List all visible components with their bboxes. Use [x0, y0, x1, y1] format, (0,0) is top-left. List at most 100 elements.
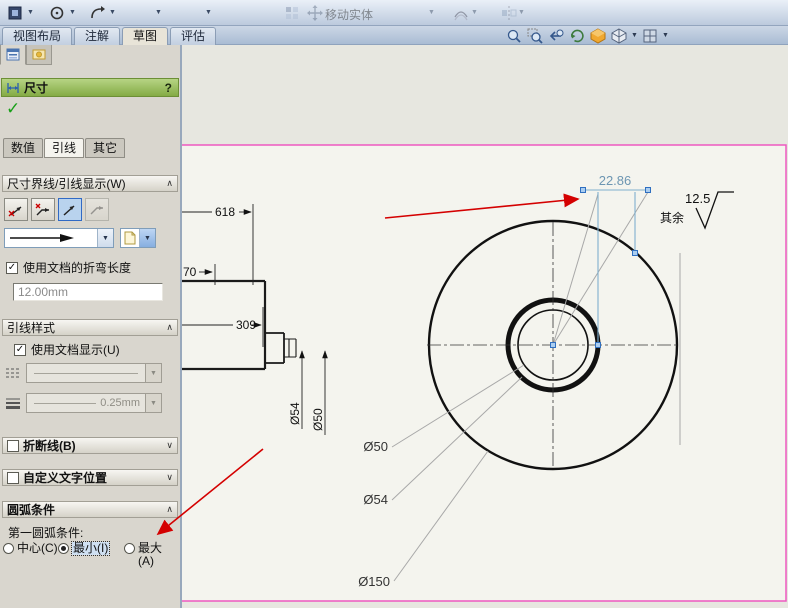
tab-other[interactable]: 其它 — [85, 138, 126, 158]
custom-text-position-group-header[interactable]: 自定义文字位置 ∨ — [2, 469, 178, 486]
line-style-dropdown[interactable]: ▼ — [26, 363, 162, 383]
roughness-value[interactable]: 12.5 — [685, 191, 710, 206]
panel-title: 尺寸 — [24, 81, 49, 95]
radio-icon — [124, 543, 135, 554]
dimension-phi54-side[interactable]: Ø54 — [288, 402, 302, 425]
view-settings-caret-icon[interactable]: ▼ — [662, 32, 669, 39]
outside-arrows-button[interactable] — [4, 198, 28, 221]
panel-header: 尺寸 ? — [1, 78, 179, 97]
checkbox-icon[interactable] — [7, 471, 19, 484]
configurations-tab[interactable] — [26, 45, 52, 65]
leader-dimension-phi50[interactable]: Ø50 — [363, 439, 388, 454]
dimension-309[interactable]: 309 — [236, 318, 256, 332]
rotate-view-icon[interactable] — [568, 27, 586, 44]
tab-leader[interactable]: 引线 — [44, 138, 85, 158]
configurations-tab-icon — [32, 49, 46, 60]
command-tabs: 视图布局 注解 草图 评估 — [2, 27, 217, 45]
dropdown-caret-icon[interactable]: ▼ — [155, 9, 162, 16]
expand-chevron-icon[interactable]: ∨ — [166, 472, 173, 483]
move-entities-label[interactable]: 移动实体 — [325, 6, 373, 23]
tab-view-layout[interactable]: 视图布局 — [2, 27, 73, 45]
propertymanager-tab[interactable] — [0, 45, 26, 65]
selected-dimension-value[interactable]: 22.86 — [599, 173, 632, 188]
tab-label: 注解 — [85, 29, 110, 43]
ok-button[interactable]: ✓ — [6, 99, 20, 119]
tab-value[interactable]: 数值 — [3, 138, 44, 158]
use-doc-display-checkbox[interactable]: ✓ 使用文档显示(U) — [14, 341, 120, 358]
circle-tool-icon[interactable] — [48, 4, 66, 22]
checkbox-icon: ✓ — [14, 343, 26, 356]
leader-arrows-icon — [90, 205, 103, 214]
tab-sketch[interactable]: 草图 — [122, 27, 169, 45]
sketch-tool-icon[interactable] — [6, 4, 24, 22]
tab-label: 草图 — [133, 29, 158, 43]
dimension-phi50-side[interactable]: Ø50 — [311, 408, 325, 431]
help-button[interactable]: ? — [165, 81, 172, 95]
smart-arrows-button[interactable] — [58, 198, 82, 221]
dimension-618[interactable]: 618 — [215, 205, 235, 219]
radio-min[interactable]: 最小(I) — [58, 541, 111, 556]
dropdown-button[interactable]: ▼ — [97, 229, 113, 247]
arrow-preview-icon — [10, 234, 74, 242]
line-thickness-dropdown[interactable]: 0.25mm ▼ — [26, 393, 162, 413]
drawing-canvas[interactable]: 618 70 309 Ø54 Ø50 Ø50 Ø54 Ø150 22.86 12… — [182, 45, 788, 608]
shaded-view-icon[interactable] — [589, 27, 607, 44]
tab-annotation[interactable]: 注解 — [74, 27, 121, 45]
arrow-style-buttons — [4, 198, 109, 221]
pattern-tool-icon[interactable] — [283, 4, 301, 22]
dropdown-caret-icon[interactable]: ▼ — [471, 9, 478, 16]
line-thickness-icon — [4, 395, 22, 411]
radio-icon — [3, 543, 14, 554]
dropdown-caret-icon[interactable]: ▼ — [69, 9, 76, 16]
inside-arrows-button[interactable] — [31, 198, 55, 221]
thickness-value: 0.25mm — [100, 397, 140, 409]
tab-evaluate[interactable]: 评估 — [170, 27, 217, 45]
dropdown-button[interactable]: ▼ — [139, 229, 155, 247]
dropdown-caret-icon[interactable]: ▼ — [428, 9, 435, 16]
dropdown-caret-icon[interactable]: ▼ — [518, 9, 525, 16]
dimension-icon — [7, 82, 19, 93]
mirror-tool-icon[interactable] — [500, 4, 518, 22]
arrow-head-row: ▼ ▼ — [4, 228, 156, 248]
collapse-chevron-icon[interactable]: ∧ — [166, 322, 173, 333]
leader-style-group-header[interactable]: 引线样式 ∧ — [2, 319, 178, 336]
radio-center[interactable]: 中心(C) — [3, 542, 58, 555]
use-doc-bend-length-checkbox[interactable]: ✓ 使用文档的折弯长度 — [6, 259, 131, 276]
expand-chevron-icon[interactable]: ∨ — [166, 440, 173, 451]
solidworks-window: ▼ ▼ ▼ ▼ ▼ 移动实体 ▼ ▼ ▼ 视图布局 注解 草图 评估 ▼ ▼ 尺… — [0, 0, 788, 608]
dropdown-caret-icon[interactable]: ▼ — [109, 9, 116, 16]
dropdown-caret-icon[interactable]: ▼ — [205, 9, 212, 16]
fillet-tool-icon[interactable] — [88, 4, 106, 22]
leader-arrows-button[interactable] — [85, 198, 109, 221]
previous-view-icon[interactable] — [547, 27, 565, 44]
dropdown-button[interactable]: ▼ — [145, 364, 161, 382]
checkbox-label: 使用文档的折弯长度 — [23, 261, 132, 275]
arc-condition-group-header[interactable]: 圆弧条件 ∧ — [2, 501, 178, 518]
offset-tool-icon[interactable] — [452, 4, 470, 22]
arc-condition-options: 中心(C) 最小(I) 最大(A) — [0, 541, 180, 568]
arrow-head-dropdown[interactable]: ▼ — [4, 228, 114, 248]
dropdown-caret-icon[interactable]: ▼ — [27, 9, 34, 16]
tab-label: 引线 — [52, 141, 77, 155]
collapse-chevron-icon[interactable]: ∧ — [166, 504, 173, 515]
display-style-icon[interactable] — [610, 27, 628, 44]
dimension-70[interactable]: 70 — [183, 265, 197, 279]
group-title: 尺寸界线/引线显示(W) — [7, 177, 126, 191]
collapse-chevron-icon[interactable]: ∧ — [166, 178, 173, 189]
witness-display-group-header[interactable]: 尺寸界线/引线显示(W) ∧ — [2, 175, 178, 192]
leader-dimension-phi150[interactable]: Ø150 — [358, 574, 390, 589]
drawing-area[interactable]: 618 70 309 Ø54 Ø50 Ø50 Ø54 Ø150 22.86 12… — [182, 45, 788, 608]
bend-length-input[interactable]: 12.00mm — [13, 283, 163, 301]
view-settings-icon[interactable] — [641, 27, 659, 44]
line-thickness-row: 0.25mm ▼ — [4, 393, 162, 413]
inside-arrows-icon — [35, 203, 49, 215]
zoom-fit-icon[interactable] — [505, 27, 523, 44]
radio-max[interactable]: 最大(A) — [124, 542, 170, 568]
dropdown-button[interactable]: ▼ — [145, 394, 161, 412]
break-lines-group-header[interactable]: 折断线(B) ∨ — [2, 437, 178, 454]
leader-dimension-phi54[interactable]: Ø54 — [363, 492, 388, 507]
display-style-caret-icon[interactable]: ▼ — [631, 32, 638, 39]
document-style-dropdown[interactable]: ▼ — [120, 228, 156, 248]
zoom-area-icon[interactable] — [526, 27, 544, 44]
checkbox-icon[interactable] — [7, 439, 19, 452]
